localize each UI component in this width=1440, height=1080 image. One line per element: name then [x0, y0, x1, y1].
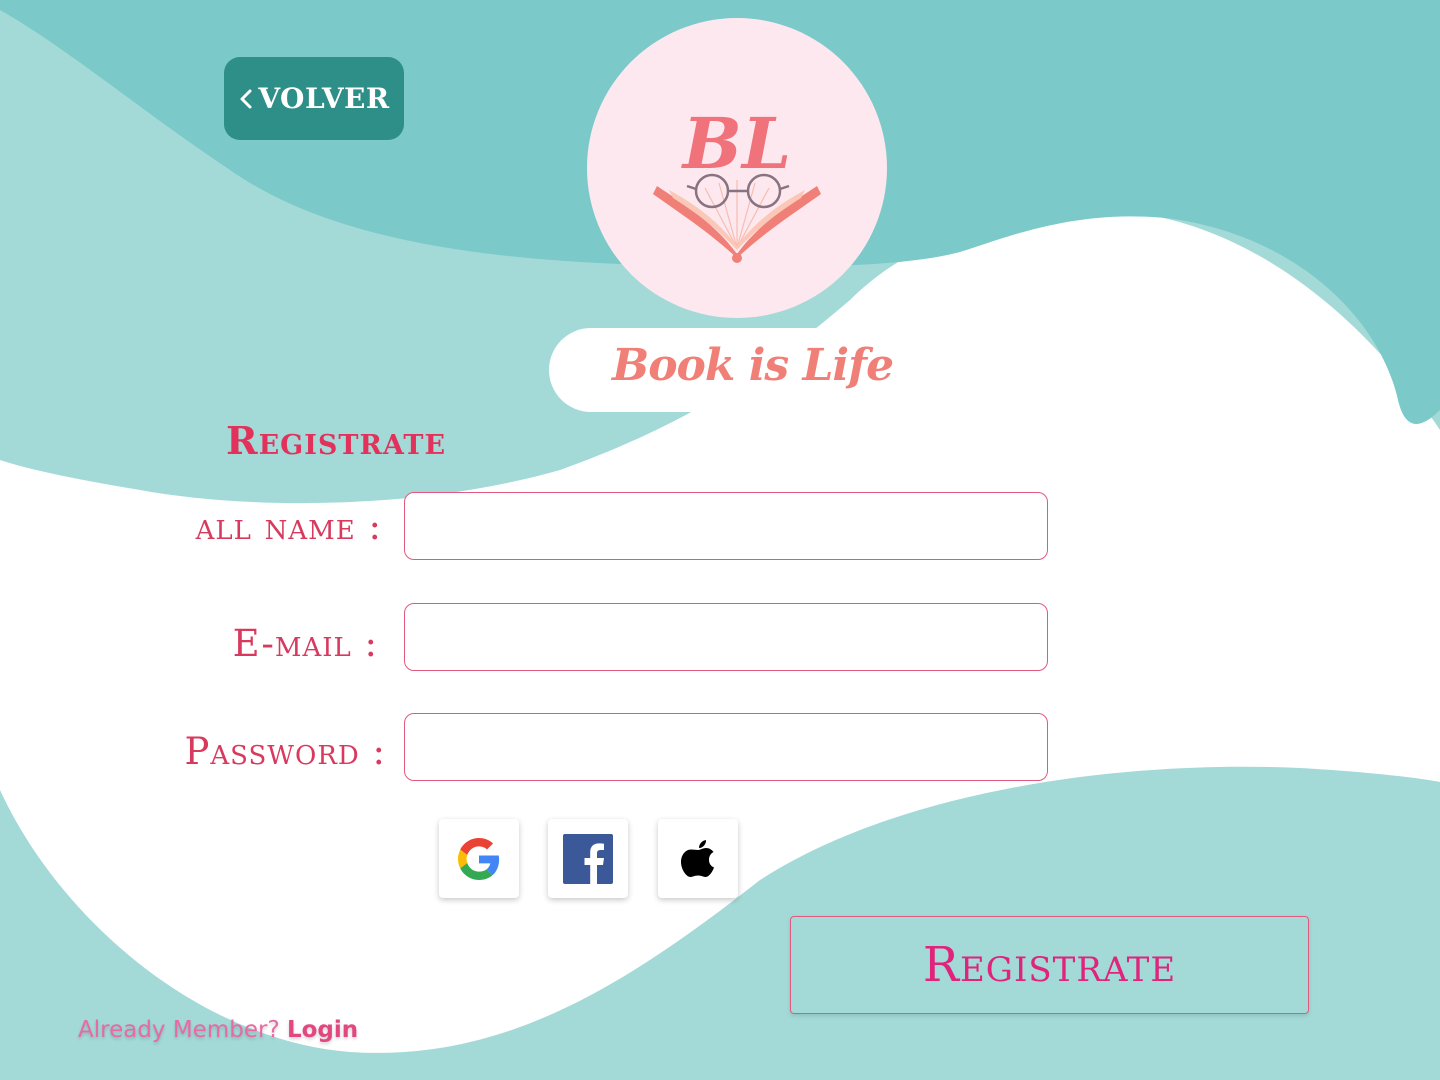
register-submit-button[interactable]: Registrate — [790, 916, 1309, 1014]
apple-signin-button[interactable] — [658, 819, 738, 898]
logo-monogram: BL — [681, 102, 791, 185]
back-button-label: VOLVER — [258, 82, 390, 115]
brand-logo: BL — [587, 18, 887, 318]
facebook-signin-button[interactable] — [548, 819, 628, 898]
google-icon — [458, 837, 500, 880]
already-member-line: Already Member? Login — [78, 1017, 358, 1043]
login-link[interactable]: Login — [287, 1017, 358, 1043]
back-button[interactable]: VOLVER — [224, 57, 404, 140]
email-field[interactable] — [404, 603, 1048, 671]
password-label: Password : — [184, 730, 386, 773]
full-name-label: all name : — [195, 505, 382, 548]
google-signin-button[interactable] — [439, 819, 519, 898]
chevron-left-icon — [240, 89, 252, 108]
full-name-field[interactable] — [404, 492, 1048, 560]
apple-icon — [681, 839, 714, 877]
password-field[interactable] — [404, 713, 1048, 781]
book-glasses-logo-icon: BL — [653, 102, 821, 263]
already-member-text: Already Member? — [78, 1017, 280, 1043]
form-title: Registrate — [226, 418, 447, 463]
facebook-icon — [563, 833, 613, 884]
brand-name: Book is Life — [612, 340, 894, 391]
email-label: E-mail : — [232, 622, 378, 665]
